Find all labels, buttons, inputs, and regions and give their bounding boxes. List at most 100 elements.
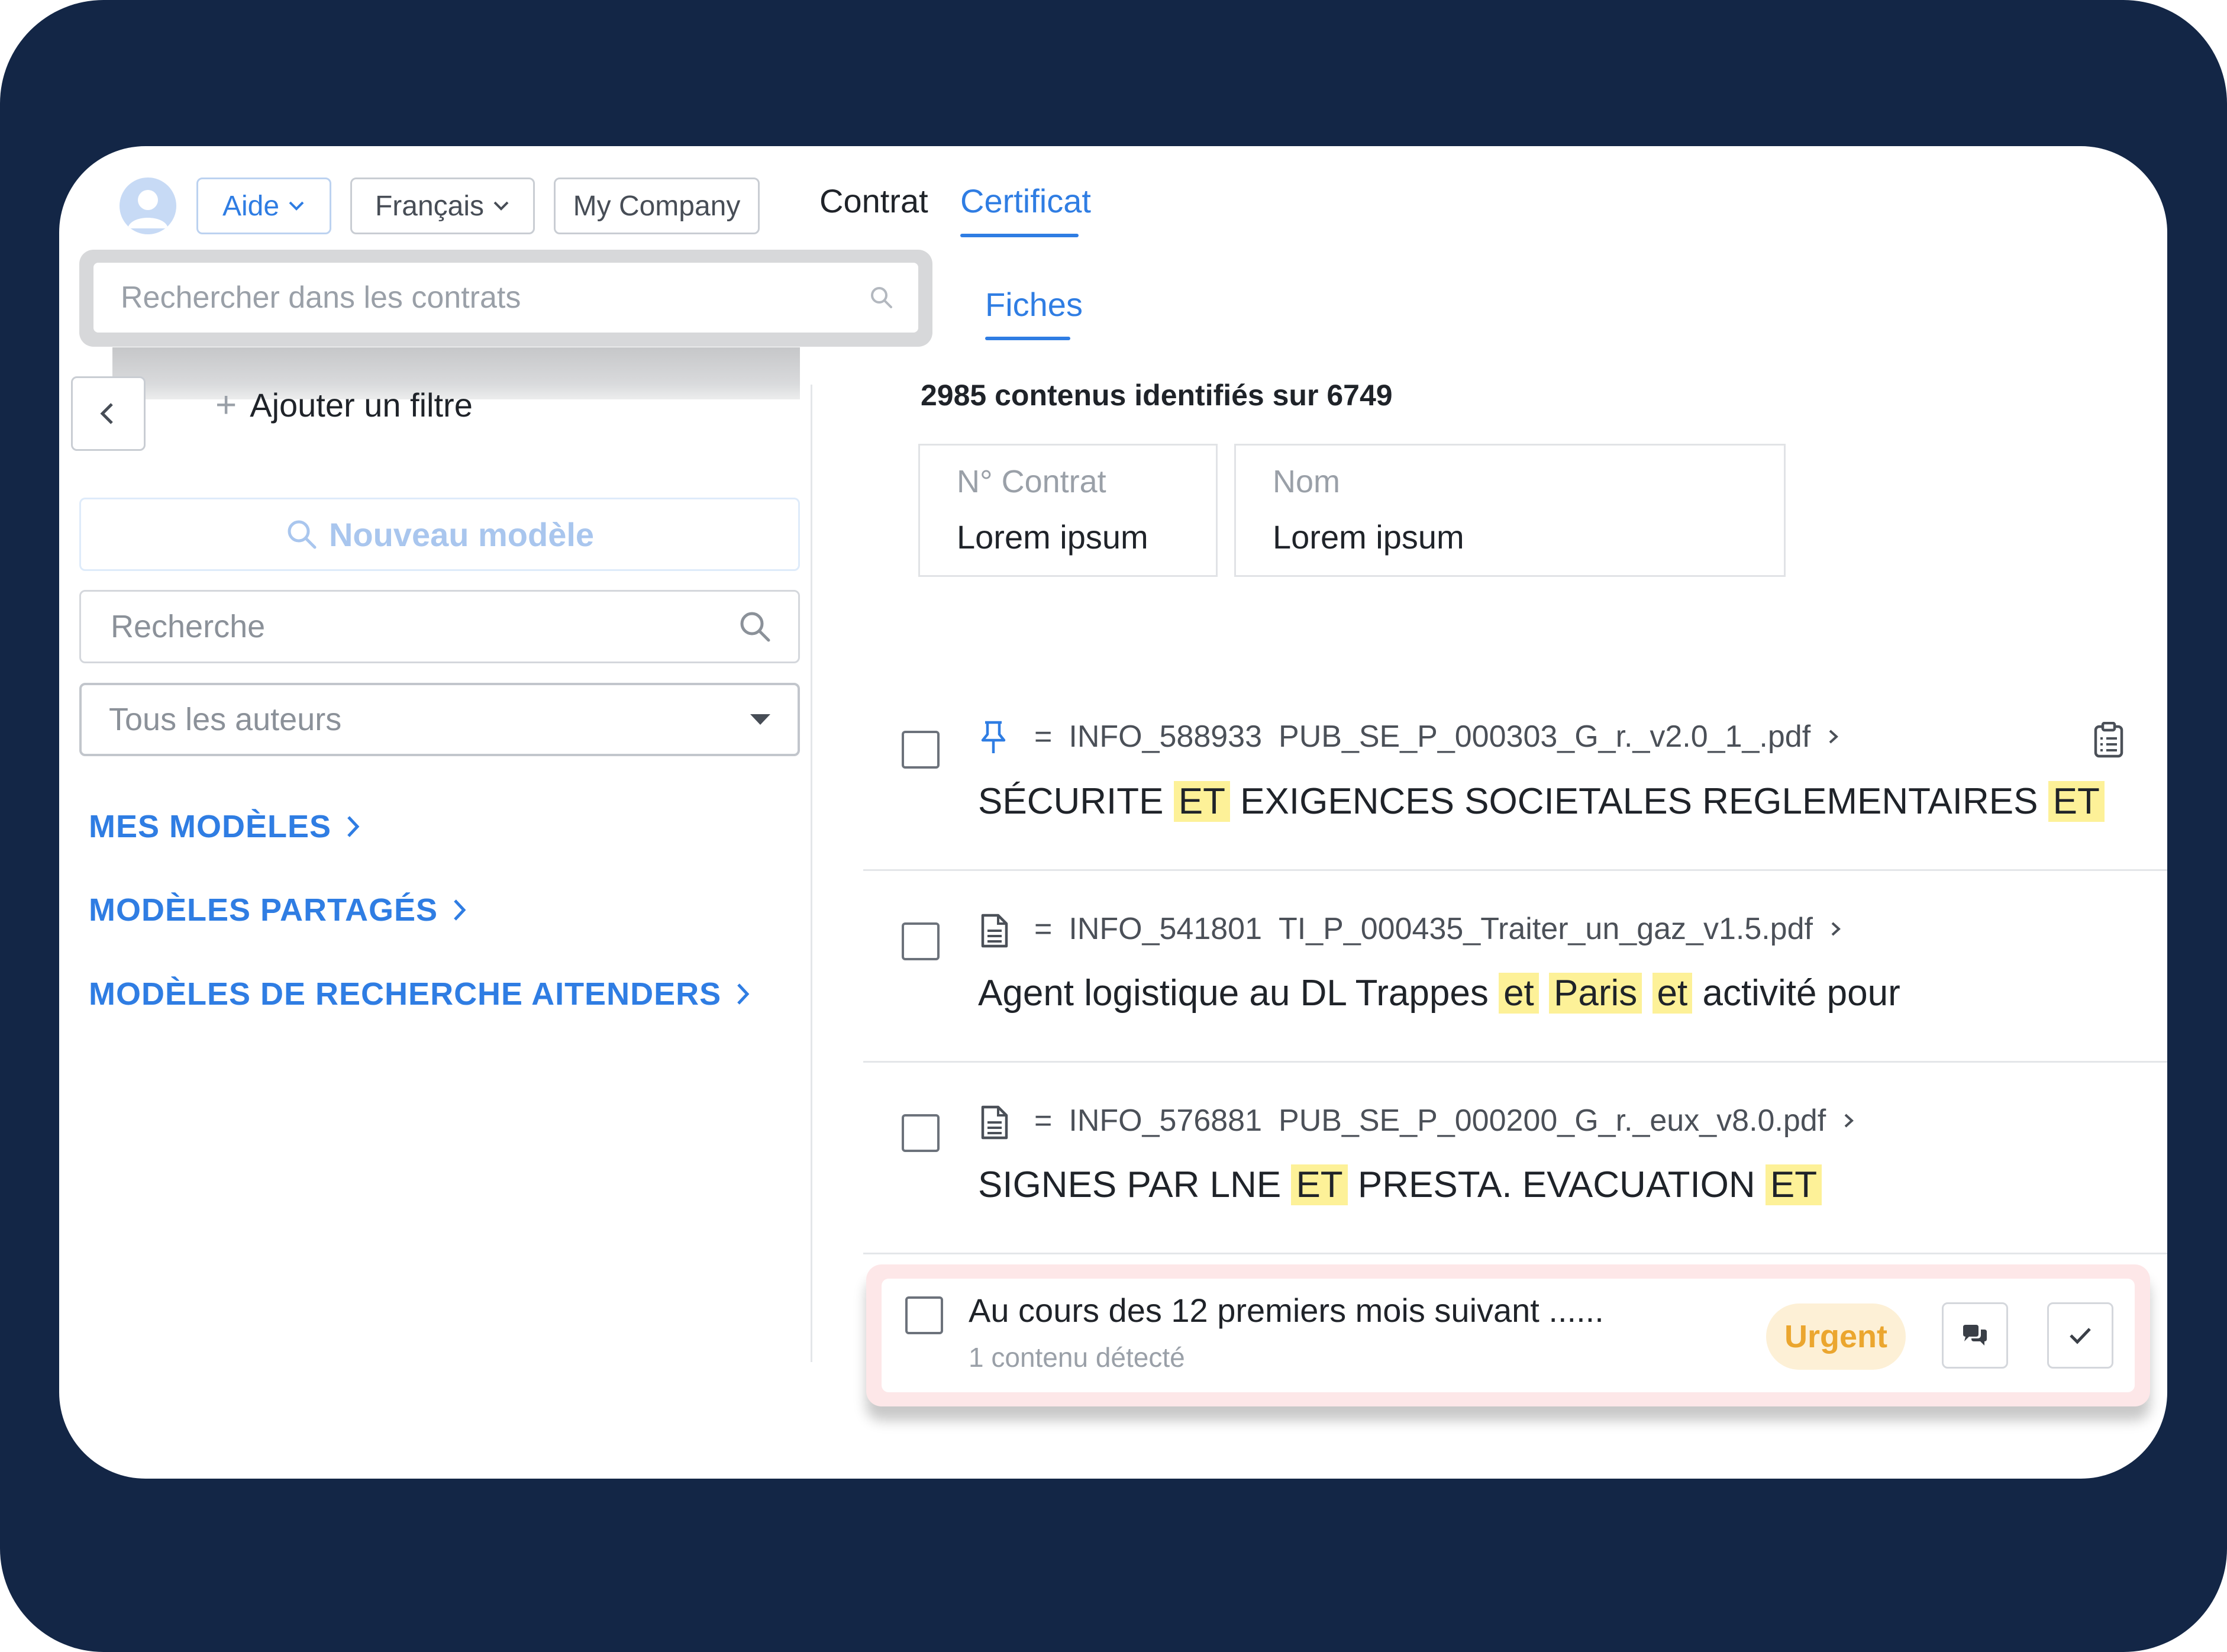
chevron-right-icon (737, 983, 750, 1005)
chevron-down-icon (289, 201, 304, 211)
result-snippet: SÉCURITE ET EXIGENCES SOCIETALES REGLEME… (978, 780, 2105, 822)
result-checkbox[interactable] (902, 922, 940, 960)
user-icon (128, 190, 168, 228)
pin-icon[interactable] (978, 720, 1009, 756)
field-nom[interactable]: Nom Lorem ipsum (1234, 444, 1786, 577)
new-model-button[interactable]: Nouveau modèle (79, 498, 800, 571)
result-snippet: SIGNES PAR LNE ET PRESTA. EVACUATION ET (978, 1164, 1822, 1206)
plus-icon: + (215, 384, 237, 425)
snippet-highlight: ET (1291, 1164, 1348, 1205)
new-model-label: Nouveau modèle (328, 515, 595, 553)
link-modeles-aitenders[interactable]: MODÈLES DE RECHERCHE AITENDERS (89, 970, 751, 1018)
snippet-text: PRESTA. EVACUATION (1347, 1164, 1766, 1205)
result-eq: = (1034, 1104, 1053, 1138)
tab-certificat-underline (960, 234, 1079, 237)
tab-certificat[interactable]: Certificat (960, 182, 1091, 220)
snippet-highlight: ET (1765, 1164, 1822, 1205)
result-checkbox[interactable] (902, 1114, 940, 1152)
subtab-fiches-underline (985, 337, 1070, 340)
comments-icon (1963, 1325, 1987, 1346)
snippet-text: SIGNES PAR LNE (978, 1164, 1292, 1205)
result-id: INFO_541801 (1069, 912, 1263, 946)
avatar[interactable] (120, 178, 176, 234)
result-file: PUB_SE_P_000200_G_r._eux_v8.0.pdf (1279, 1104, 1826, 1138)
company-button[interactable]: My Company (554, 178, 760, 234)
alert-title: Au cours des 12 premiers mois suivant ..… (969, 1292, 1604, 1329)
global-search-input[interactable]: Rechercher dans les contrats (93, 263, 918, 333)
snippet-text (1642, 973, 1652, 1014)
global-search-placeholder: Rechercher dans les contrats (121, 280, 521, 315)
result-filename[interactable]: = INFO_541801 TI_P_000435_Traiter_un_gaz… (1034, 911, 1842, 947)
snippet-highlight: ET (1173, 781, 1230, 822)
snippet-text (1539, 973, 1549, 1014)
model-search-placeholder: Recherche (111, 609, 266, 644)
sidebar-divider (811, 385, 812, 1362)
language-dropdown[interactable]: Français (350, 178, 535, 234)
check-icon (2070, 1328, 2091, 1344)
chevron-right-icon (1831, 922, 1841, 936)
field-numero-contrat-value: Lorem ipsum (957, 518, 1148, 556)
subtab-fiches[interactable]: Fiches (985, 285, 1083, 324)
chevron-right-icon (454, 899, 466, 921)
urgent-badge: Urgent (1766, 1303, 1906, 1370)
results-count: 2985 contenus identifiés sur 6749 (921, 379, 1393, 412)
snippet-text: SÉCURITE (978, 781, 1174, 822)
aide-label: Aide (222, 190, 280, 222)
result-filename[interactable]: = INFO_588933 PUB_SE_P_000303_G_r._v2.0_… (1034, 719, 1840, 754)
result-snippet: Agent logistique au DL Trappes et Paris … (978, 972, 1900, 1014)
result-eq: = (1034, 719, 1053, 754)
device-frame: Aide Français My Company Contrat Certifi… (0, 0, 2227, 1652)
link-modeles-aitenders-label: MODÈLES DE RECHERCHE AITENDERS (89, 976, 722, 1012)
result-id: INFO_576881 (1069, 1104, 1263, 1138)
company-label: My Company (573, 190, 741, 222)
result-id: INFO_588933 (1069, 719, 1263, 754)
authors-select[interactable]: Tous les auteurs (79, 683, 800, 756)
search-icon (288, 520, 317, 549)
comment-button[interactable] (1942, 1302, 2008, 1369)
link-mes-modeles-label: MES MODÈLES (89, 809, 332, 844)
snippet-text: EXIGENCES SOCIETALES REGLEMENTAIRES (1229, 781, 2048, 822)
snippet-highlight: Paris (1549, 973, 1642, 1014)
alert-subtitle: 1 contenu détecté (969, 1342, 1185, 1373)
link-modeles-partages[interactable]: MODÈLES PARTAGÉS (89, 886, 467, 934)
result-filename[interactable]: = INFO_576881 PUB_SE_P_000200_G_r._eux_v… (1034, 1103, 1855, 1138)
tab-contrat[interactable]: Contrat (819, 182, 928, 220)
result-eq: = (1034, 912, 1053, 946)
result-file: TI_P_000435_Traiter_un_gaz_v1.5.pdf (1279, 912, 1813, 946)
alert-checkbox[interactable] (905, 1296, 943, 1334)
chevron-right-icon (1829, 730, 1839, 744)
aide-dropdown[interactable]: Aide (196, 178, 331, 234)
field-numero-contrat-label: N° Contrat (957, 464, 1106, 499)
add-filter-button[interactable]: + Ajouter un filtre (215, 375, 473, 434)
search-icon (740, 612, 770, 642)
clipboard-icon[interactable] (2092, 722, 2125, 759)
validate-button[interactable] (2047, 1302, 2113, 1369)
authors-select-value: Tous les auteurs (109, 702, 342, 737)
language-label: Français (375, 190, 485, 222)
snippet-highlight: ET (2048, 781, 2105, 822)
collapse-sidebar-button[interactable] (71, 376, 146, 451)
field-nom-value: Lorem ipsum (1273, 518, 1464, 556)
snippet-text: activité pour (1692, 973, 1900, 1014)
search-icon (871, 287, 892, 308)
document-icon (980, 1105, 1009, 1140)
row-divider (863, 1061, 2167, 1063)
chevron-left-icon (100, 403, 113, 424)
result-checkbox[interactable] (902, 731, 940, 769)
document-icon (980, 913, 1009, 948)
model-search-input[interactable]: Recherche (79, 590, 800, 663)
field-numero-contrat[interactable]: N° Contrat Lorem ipsum (918, 444, 1218, 577)
app-window: Aide Français My Company Contrat Certifi… (59, 146, 2167, 1479)
field-nom-label: Nom (1273, 464, 1341, 499)
result-file: PUB_SE_P_000303_G_r._v2.0_1_.pdf (1279, 719, 1811, 754)
link-mes-modeles[interactable]: MES MODÈLES (89, 803, 361, 850)
snippet-highlight: et (1652, 973, 1693, 1014)
chevron-right-icon (347, 816, 360, 837)
link-modeles-partages-label: MODÈLES PARTAGÉS (89, 892, 438, 928)
caret-down-icon (750, 714, 770, 725)
snippet-text: Agent logistique au DL Trappes (978, 973, 1499, 1014)
chevron-down-icon (493, 201, 509, 211)
row-divider (863, 869, 2167, 871)
row-divider (863, 1253, 2167, 1254)
chevron-right-icon (1844, 1114, 1854, 1128)
